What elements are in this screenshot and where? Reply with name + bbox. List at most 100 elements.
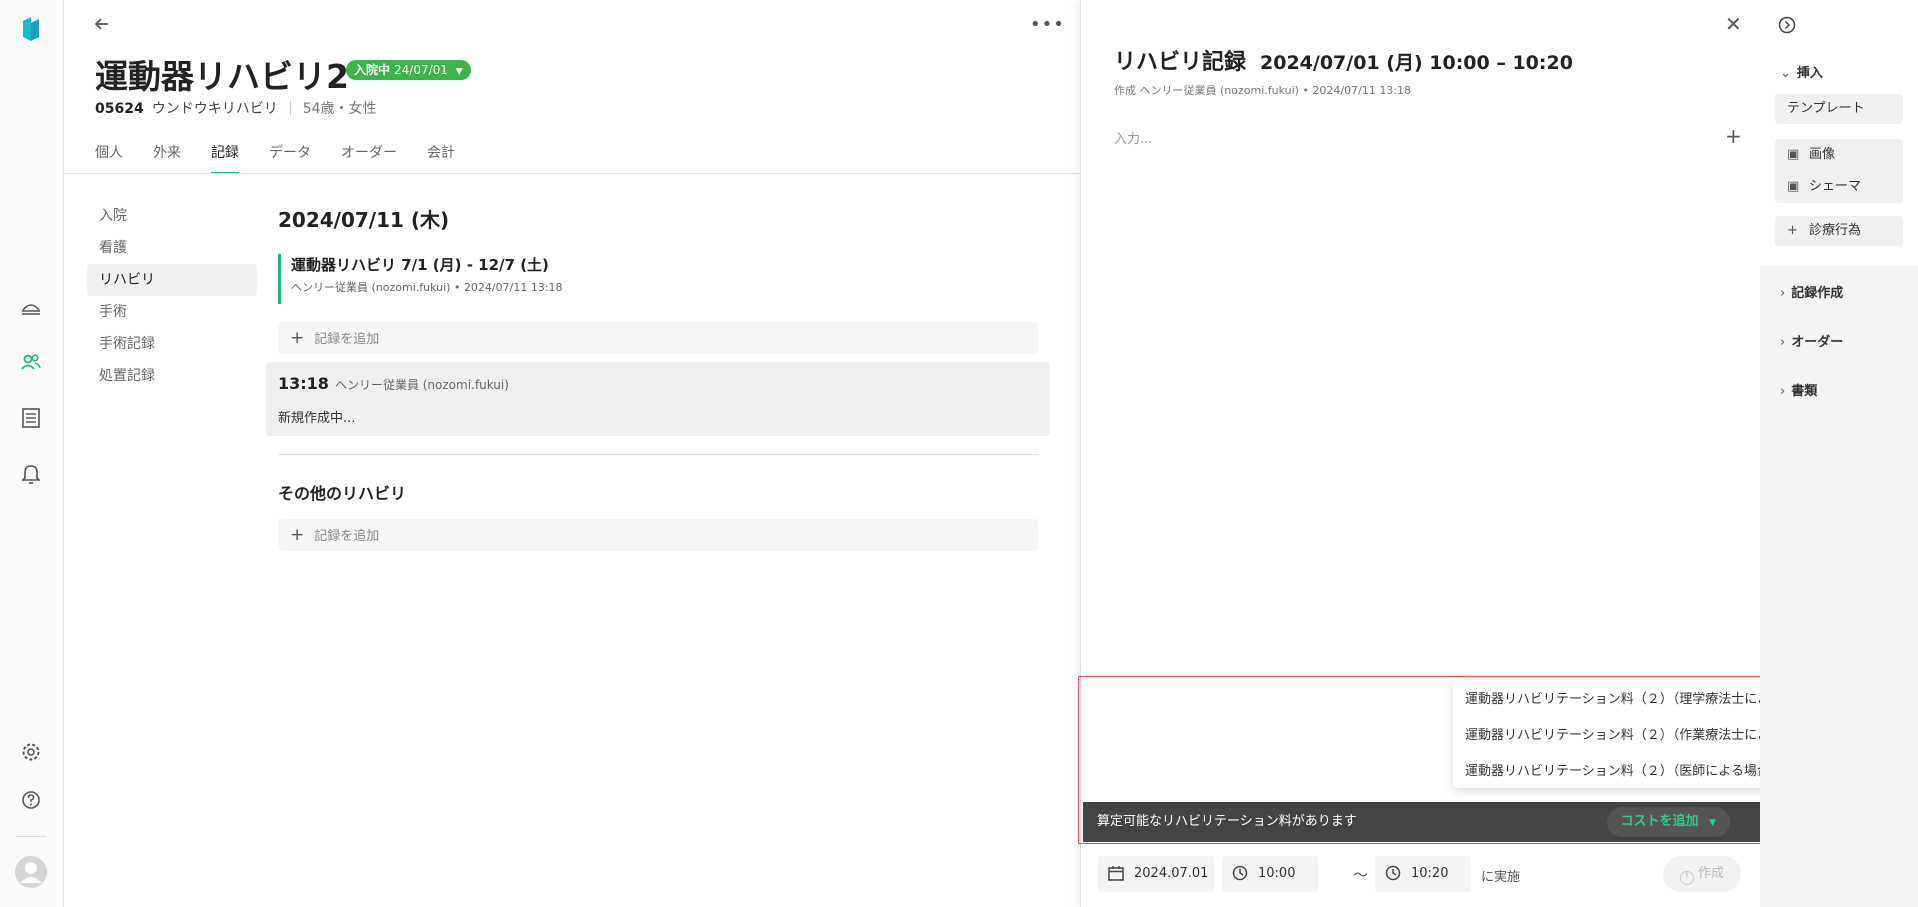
template-label: テンプレート [1787,101,1865,116]
draft-time: 13:18 [278,374,329,393]
patient-meta: 05624 ウンドウキリハビリ 54歳・女性 [95,98,377,118]
list-icon[interactable] [18,405,44,431]
documents-section[interactable]: › 書類 [1780,380,1817,399]
tab-personal[interactable]: 個人 [95,142,123,174]
close-icon[interactable]: ✕ [1725,12,1742,36]
henry-logo-icon[interactable] [18,16,44,42]
rail-divider [16,836,46,837]
patient-tabs: 個人 外来 記録 データ オーダー 会計 [95,142,485,174]
editor-meta: 作成 ヘンリー従業員 (nozomi.fukui) • 2024/07/11 1… [1114,84,1412,97]
date-heading: 2024/07/11 (木) [278,208,450,232]
tab-accounting[interactable]: 会計 [427,142,455,174]
insert-side-panel: ⌄ 挿入 テンプレート ▣ 画像 ▣ シェーマ + 診療行為 › 記録作成 › オーダー ›… [1760,0,1918,907]
rehab-plan-author: ヘンリー従業員 (nozomi.fukui) • 2024/07/11 13:1… [291,281,563,294]
add-record-label: 記録を追加 [314,529,380,544]
cost-notice-bar: 算定可能なリハビリテーション料があります コストを追加 ▼ [1083,802,1760,842]
end-time-value: 10:20 [1411,866,1449,881]
meta-divider [289,101,291,115]
chevron-right-icon: › [1780,286,1786,301]
add-record-button[interactable]: + 記録を追加 [278,322,1038,354]
gear-icon[interactable] [18,739,44,765]
subnav-nursing[interactable]: 看護 [87,232,257,264]
app-root: ••• 運動器リハビリ2 入院中 24/07/01 ▼ 05624 ウンドウキリハビ… [0,0,1918,907]
start-time-field[interactable]: 10:00 [1222,856,1318,892]
image-icon: ▣ [1787,179,1800,194]
image-icon: ▣ [1787,147,1800,162]
avatar[interactable] [14,855,48,889]
editor-title-label: リハビリ記録 [1114,50,1247,75]
medical-act-label: 診療行為 [1809,223,1862,238]
patient-id: 05624 [95,101,144,117]
order-label: オーダー [1791,335,1844,350]
suggestion-label: 運動器リハビリテーション料（２）（医師による場合） [1465,764,1783,779]
chevron-right-icon: › [1780,335,1786,350]
editor-footer: 2024.07.01 10:00 〜 10:20 に実施 ! 作成 [1081,856,1761,896]
chevron-down-icon: ▼ [1709,818,1716,828]
tabs-divider [64,173,1080,174]
insert-section-header[interactable]: ⌄ 挿入 [1780,62,1823,81]
tab-orders[interactable]: オーダー [341,142,397,174]
record-subnav: 入院 看護 リハビリ 手術 手術記録 処置記録 [87,200,257,392]
section-divider [278,454,1038,455]
status-badge[interactable]: 入院中 24/07/01 ▼ [346,60,471,80]
draft-record[interactable]: 13:18 ヘンリー従業員 (nozomi.fukui) 新規作成中... [266,362,1050,436]
schema-label: シェーマ [1809,179,1862,194]
range-tilde: 〜 [1353,866,1369,884]
chevron-down-icon: ▼ [455,67,463,77]
record-body-input[interactable]: 入力... [1114,128,1152,147]
record-list: 2024/07/11 (木) 運動器リハビリ 7/1 (月) - 12/7 (土… [266,204,1058,551]
subnav-rehab[interactable]: リハビリ [87,264,257,296]
help-icon[interactable] [18,787,44,813]
add-other-record-button[interactable]: + 記録を追加 [278,519,1038,551]
add-cost-button[interactable]: コストを追加 ▼ [1606,807,1730,837]
record-create-section[interactable]: › 記録作成 [1780,282,1843,301]
subnav-admission[interactable]: 入院 [87,200,257,232]
patient-kana: ウンドウキリハビリ [151,101,278,117]
end-time-field[interactable]: 10:20 [1375,856,1471,892]
bed-icon[interactable] [18,294,44,320]
chevron-down-icon: ⌄ [1780,66,1791,81]
tab-outpatient[interactable]: 外来 [153,142,181,174]
add-block-icon[interactable]: + [1725,124,1742,148]
medical-act-button[interactable]: + 診療行為 [1775,216,1903,246]
subnav-treatment-records[interactable]: 処置記録 [87,360,257,392]
admit-date: 24/07/01 [394,63,448,77]
tab-records[interactable]: 記録 [211,142,239,174]
plus-icon: + [290,525,305,545]
rehab-plan-title: 運動器リハビリ 7/1 (月) - 12/7 (土) [291,256,549,274]
draft-text: 新規作成中... [278,411,356,426]
plus-icon: + [1787,223,1798,238]
editor-datetime: 2024/07/01 (月) 10:00 – 10:20 [1260,52,1573,74]
date-value: 2024.07.01 [1134,866,1209,881]
subnav-surgery-records[interactable]: 手術記録 [87,328,257,360]
bell-icon[interactable] [18,461,44,487]
clock-icon [1232,865,1248,881]
other-rehab-heading: その他のリハビリ [278,484,407,503]
order-section[interactable]: › オーダー [1780,331,1843,350]
tab-data[interactable]: データ [269,142,311,174]
more-menu-icon[interactable]: ••• [1030,14,1065,35]
rehab-record-editor: ✕ リハビリ記録 2024/07/01 (月) 10:00 – 10:20 作成 … [1080,0,1905,907]
date-field[interactable]: 2024.07.01 [1098,856,1214,892]
documents-label: 書類 [1791,384,1818,399]
schema-button[interactable]: ▣ シェーマ [1775,171,1903,203]
patients-icon[interactable] [18,349,44,375]
start-time-value: 10:00 [1258,866,1296,881]
editor-title: リハビリ記録 2024/07/01 (月) 10:00 – 10:20 [1114,44,1573,76]
chevron-right-icon: › [1780,384,1786,399]
add-cost-label: コストを追加 [1620,814,1699,829]
info-icon: ! [1679,871,1694,885]
performed-label: に実施 [1481,870,1521,885]
insert-label: 挿入 [1796,66,1823,81]
add-record-label: 記録を追加 [314,332,380,347]
chevron-right-circle-icon[interactable] [1778,16,1796,38]
rehab-plan-item[interactable]: 運動器リハビリ 7/1 (月) - 12/7 (土) ヘンリー従業員 (nozo… [278,254,1038,304]
template-button[interactable]: テンプレート [1775,94,1903,124]
back-arrow-icon[interactable] [92,14,114,36]
image-button[interactable]: ▣ 画像 [1775,139,1903,171]
subnav-surgery[interactable]: 手術 [87,296,257,328]
create-button[interactable]: ! 作成 [1663,856,1741,892]
create-label: 作成 [1697,866,1724,881]
clock-icon [1385,865,1401,881]
image-label: 画像 [1809,147,1836,162]
